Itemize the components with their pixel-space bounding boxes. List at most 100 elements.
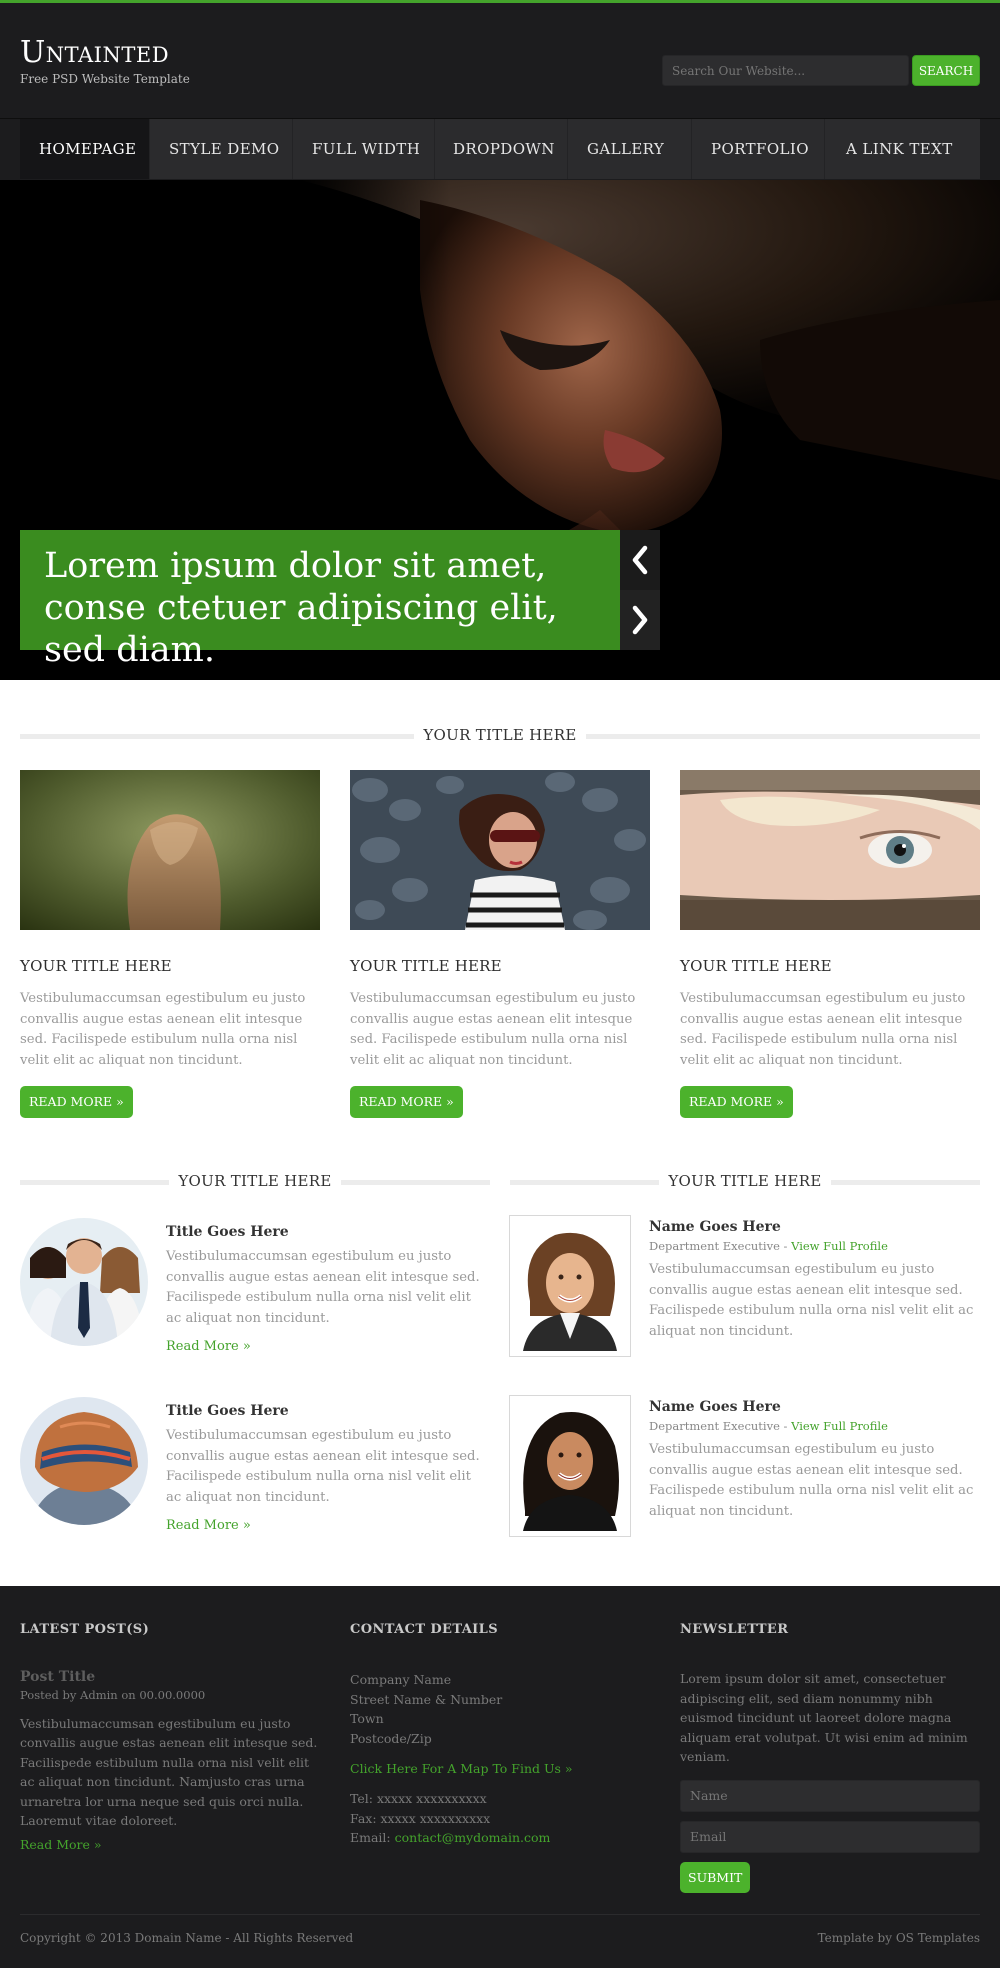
chevron-left-icon	[632, 545, 648, 575]
section-title-text: YOUR TITLE HERE	[414, 724, 586, 746]
read-more-link[interactable]: Read More »	[166, 1518, 486, 1533]
nav-item-dropdown[interactable]: DROPDOWN	[435, 119, 568, 179]
profile-role-text: Department Executive -	[649, 1419, 792, 1433]
group-photo-image	[20, 1218, 148, 1346]
feature-image-woman-sunglasses[interactable]	[350, 770, 650, 930]
template-credit-link[interactable]: Template by OS Templates	[818, 1931, 980, 1945]
list-item: Title Goes Here Vestibulumaccumsan egest…	[20, 1397, 490, 1537]
newsletter-submit-button[interactable]: SUBMIT	[680, 1861, 751, 1893]
profile-woman-curly-image	[515, 1221, 625, 1351]
fax: Fax: xxxxx xxxxxxxxxx	[350, 1810, 491, 1826]
read-more-link[interactable]: Read More »	[166, 1339, 486, 1354]
avatar[interactable]	[20, 1218, 148, 1346]
slider-next-button[interactable]	[620, 590, 660, 650]
item-text: Vestibulumaccumsan egestibulum eu justo …	[166, 1428, 480, 1505]
feature-text: Vestibulumaccumsan egestibulum eu justo …	[350, 991, 636, 1068]
profile-body: Name Goes Here Department Executive - Vi…	[649, 1399, 980, 1522]
section-title-text: YOUR TITLE HERE	[169, 1170, 341, 1192]
profile-text: Vestibulumaccumsan egestibulum eu justo …	[649, 1442, 974, 1519]
newsletter-text: Lorem ipsum dolor sit amet, consectetuer…	[680, 1671, 968, 1764]
nav-item-style-demo[interactable]: STYLE DEMO	[150, 119, 293, 179]
footer-heading: CONTACT DETAILS	[350, 1622, 498, 1637]
hat-photo-image	[20, 1397, 148, 1525]
list-item-body: Title Goes Here Vestibulumaccumsan egest…	[166, 1403, 486, 1533]
read-more-link[interactable]: Read More »	[20, 1837, 320, 1852]
company-name: Company Name	[350, 1672, 452, 1687]
profile-photo[interactable]	[509, 1215, 631, 1357]
read-more-button[interactable]: READ MORE »	[680, 1086, 793, 1119]
nav-bar: HOMEPAGE STYLE DEMO FULL WIDTH DROPDOWN …	[20, 119, 980, 179]
profile-body: Name Goes Here Department Executive - Vi…	[649, 1219, 980, 1342]
site-footer: LATEST POST(S) Post Title Posted by Admi…	[0, 1586, 1000, 1968]
post-title[interactable]: Post Title	[20, 1669, 320, 1685]
view-profile-link[interactable]: View Full Profile	[791, 1419, 888, 1433]
item-title[interactable]: Title Goes Here	[166, 1403, 486, 1419]
profile-item: Name Goes Here Department Executive - Vi…	[509, 1395, 980, 1537]
feature-image-eye-through-fence[interactable]	[680, 770, 980, 930]
read-more-button[interactable]: READ MORE »	[350, 1086, 463, 1119]
nav-item-full-width[interactable]: FULL WIDTH	[293, 119, 435, 179]
profile-role: Department Executive - View Full Profile	[649, 1239, 980, 1253]
nav-item-portfolio[interactable]: PORTFOLIO	[692, 119, 825, 179]
hero-slider: Lorem ipsum dolor sit amet, conse ctetue…	[0, 180, 1000, 680]
feature-column: YOUR TITLE HERE Vestibulumaccumsan egest…	[20, 770, 320, 1119]
view-profile-link[interactable]: View Full Profile	[791, 1239, 888, 1253]
feature-text: Vestibulumaccumsan egestibulum eu justo …	[680, 991, 966, 1068]
slider-prev-button[interactable]	[620, 530, 660, 590]
email-label: Email:	[350, 1830, 395, 1845]
site-header: Untainted Free PSD Website Template SEAR…	[0, 0, 1000, 119]
nav-item-a-link-text[interactable]: A LINK TEXT	[825, 119, 980, 179]
copyright-text: Copyright © 2013 Domain Name - All Right…	[20, 1931, 354, 1945]
street-address: Street Name & Number	[350, 1691, 503, 1707]
section-title-text: YOUR TITLE HERE	[659, 1170, 831, 1192]
profile-role: Department Executive - View Full Profile	[649, 1419, 980, 1433]
footer-heading: LATEST POST(S)	[20, 1622, 150, 1637]
email-row: Email: contact@mydomain.com	[350, 1828, 650, 1848]
list-item-body: Title Goes Here Vestibulumaccumsan egest…	[166, 1224, 486, 1354]
section-title-right: YOUR TITLE HERE	[510, 1170, 980, 1192]
nav-item-gallery[interactable]: GALLERY	[568, 119, 692, 179]
profile-name[interactable]: Name Goes Here	[649, 1399, 980, 1415]
profile-text: Vestibulumaccumsan egestibulum eu justo …	[649, 1262, 974, 1339]
profile-role-text: Department Executive -	[649, 1239, 792, 1253]
search-button[interactable]: SEARCH	[912, 55, 980, 86]
item-title[interactable]: Title Goes Here	[166, 1224, 486, 1240]
list-item: Title Goes Here Vestibulumaccumsan egest…	[20, 1218, 490, 1358]
newsletter-name-input[interactable]	[680, 1779, 980, 1812]
postcode: Postcode/Zip	[350, 1730, 432, 1746]
email-link[interactable]: contact@mydomain.com	[395, 1830, 551, 1845]
footer-newsletter: NEWSLETTER Lorem ipsum dolor sit amet, c…	[680, 1622, 980, 1893]
avatar[interactable]	[20, 1397, 148, 1525]
post-meta: Posted by Admin on 00.00.0000	[20, 1688, 206, 1702]
feature-image-girl-hair[interactable]	[20, 770, 320, 930]
post-text: Vestibulumaccumsan egestibulum eu justo …	[20, 1715, 318, 1829]
site-tagline: Free PSD Website Template	[20, 72, 190, 86]
footer-contact-details: CONTACT DETAILS Company Name Street Name…	[350, 1622, 650, 1848]
main-nav: HOMEPAGE STYLE DEMO FULL WIDTH DROPDOWN …	[0, 119, 1000, 180]
nav-item-homepage[interactable]: HOMEPAGE	[20, 119, 150, 179]
feature-title: YOUR TITLE HERE	[350, 957, 502, 975]
feature-column: YOUR TITLE HERE Vestibulumaccumsan egest…	[680, 770, 980, 1119]
feature-text: Vestibulumaccumsan egestibulum eu justo …	[20, 991, 306, 1068]
tel: Tel: xxxxx xxxxxxxxxx	[350, 1791, 487, 1806]
footer-heading: NEWSLETTER	[680, 1622, 789, 1637]
contact-address: Company Name Street Name & Number Town P…	[350, 1670, 650, 1748]
contact-numbers: Tel: xxxxx xxxxxxxxxx Fax: xxxxx xxxxxxx…	[350, 1789, 650, 1848]
newsletter-email-input[interactable]	[680, 1820, 980, 1853]
item-text: Vestibulumaccumsan egestibulum eu justo …	[166, 1249, 480, 1326]
section-title-left: YOUR TITLE HERE	[20, 1170, 490, 1192]
feature-title: YOUR TITLE HERE	[20, 957, 172, 975]
profile-name[interactable]: Name Goes Here	[649, 1219, 980, 1235]
profile-item: Name Goes Here Department Executive - Vi…	[509, 1215, 980, 1357]
profile-photo[interactable]	[509, 1395, 631, 1537]
hero-caption: Lorem ipsum dolor sit amet, conse ctetue…	[20, 530, 620, 670]
chevron-right-icon	[632, 605, 648, 635]
map-link[interactable]: Click Here For A Map To Find Us »	[350, 1761, 650, 1776]
footer-latest-posts: LATEST POST(S) Post Title Posted by Admi…	[20, 1622, 320, 1852]
feature-title: YOUR TITLE HERE	[680, 957, 832, 975]
town: Town	[350, 1711, 384, 1726]
read-more-button[interactable]: READ MORE »	[20, 1086, 133, 1119]
site-logo[interactable]: Untainted	[20, 36, 169, 70]
feature-column: YOUR TITLE HERE Vestibulumaccumsan egest…	[350, 770, 650, 1119]
search-input[interactable]	[662, 55, 909, 86]
